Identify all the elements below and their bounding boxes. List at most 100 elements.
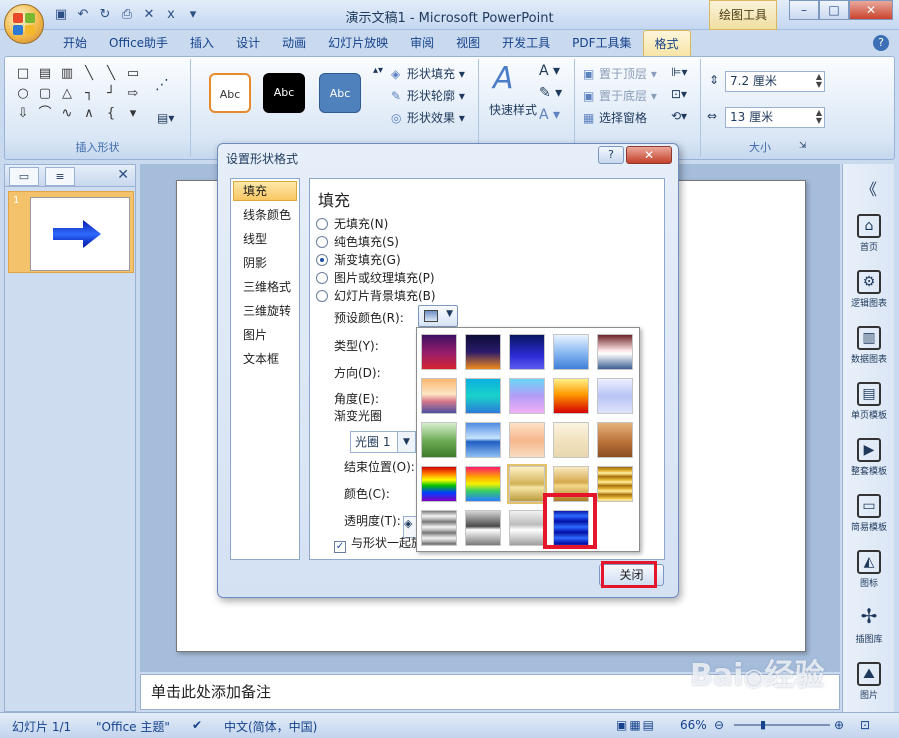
gradient-preset-21[interactable] bbox=[421, 510, 457, 546]
office-button[interactable] bbox=[4, 4, 44, 44]
radio-dot[interactable] bbox=[316, 272, 328, 284]
shape-textbox-v-icon[interactable]: ▥ bbox=[57, 65, 77, 83]
radio-picture-fill[interactable]: 图片或纹理填充(P) bbox=[316, 269, 435, 286]
tab-8[interactable]: 开发工具 bbox=[491, 30, 561, 56]
zoom-slider-thumb[interactable]: ▮ bbox=[760, 718, 766, 731]
shape-wave-icon[interactable]: ∧ bbox=[79, 105, 99, 123]
shape-arrow-right-icon[interactable]: ⇨ bbox=[123, 85, 143, 103]
shape-arrow-down-icon[interactable]: ⇩ bbox=[13, 105, 33, 123]
radio-background-fill[interactable]: 幻灯片背景填充(B) bbox=[316, 287, 436, 304]
nav-3d-format[interactable]: 三维格式 bbox=[231, 275, 299, 299]
shape-elbow-icon[interactable]: ┐ bbox=[79, 85, 99, 103]
shape-style-3[interactable]: Abc bbox=[319, 73, 361, 113]
tab-6[interactable]: 审阅 bbox=[399, 30, 445, 56]
tab-2[interactable]: 插入 bbox=[179, 30, 225, 56]
spin-arrows-icon[interactable]: ▲ ▼ bbox=[816, 109, 822, 125]
language[interactable]: 中文(简体，中国) bbox=[224, 718, 317, 735]
collapse-panel-icon[interactable]: 《 bbox=[843, 176, 895, 200]
gradient-preset-15[interactable] bbox=[597, 422, 633, 458]
zoom-out-icon[interactable]: ⊖ bbox=[714, 718, 724, 732]
nav-textbox[interactable]: 文本框 bbox=[231, 347, 299, 371]
side-illustrations[interactable]: ✢ 插图库 bbox=[843, 606, 895, 645]
radio-no-fill[interactable]: 无填充(N) bbox=[316, 215, 388, 232]
close-window-button[interactable]: ✕ bbox=[849, 0, 893, 20]
maximize-button[interactable]: □ bbox=[819, 0, 849, 20]
dialog-launcher-icon[interactable]: ⇲ bbox=[799, 141, 807, 151]
gradient-preset-24[interactable] bbox=[553, 510, 589, 546]
quick-styles-button[interactable]: 快速样式 bbox=[489, 101, 537, 118]
view-buttons[interactable]: ▣▦▤ bbox=[616, 718, 656, 732]
gradient-preset-14[interactable] bbox=[553, 422, 589, 458]
text-effects-icon[interactable]: A ▾ bbox=[539, 107, 560, 123]
spin-arrows-icon[interactable]: ▲ ▼ bbox=[816, 73, 822, 89]
radio-dot[interactable] bbox=[316, 236, 328, 248]
help-icon[interactable]: ? bbox=[873, 35, 889, 51]
nav-picture[interactable]: 图片 bbox=[231, 323, 299, 347]
shape-line-icon[interactable]: ╲ bbox=[79, 65, 99, 83]
tab-3[interactable]: 设计 bbox=[225, 30, 271, 56]
shape-brace-icon[interactable]: { bbox=[101, 105, 121, 123]
align-icon[interactable]: ⊫▾ bbox=[671, 65, 687, 79]
dialog-help-button[interactable]: ? bbox=[598, 146, 624, 164]
rotate-icon[interactable]: ⟲▾ bbox=[671, 109, 687, 123]
rotate-with-shape-checkbox[interactable]: ✓ 与形状一起旋 bbox=[334, 534, 423, 553]
gradient-stop-select[interactable]: 光圈 1 ▼ bbox=[350, 431, 416, 453]
style-gallery-scroll-icon[interactable]: ▴▾ bbox=[373, 65, 383, 76]
bring-to-front-button[interactable]: ▣ 置于顶层 ▾ bbox=[583, 65, 657, 82]
side-full-template[interactable]: ▶ 整套模板 bbox=[843, 438, 895, 477]
gradient-preset-3[interactable] bbox=[509, 334, 545, 370]
text-fill-icon[interactable]: A ▾ bbox=[539, 63, 560, 79]
fit-window-icon[interactable]: ⊡ bbox=[860, 718, 870, 732]
edit-shape-icon[interactable]: ⋰ bbox=[155, 77, 169, 93]
gradient-preset-16[interactable] bbox=[421, 466, 457, 502]
gradient-preset-5[interactable] bbox=[597, 334, 633, 370]
radio-dot[interactable] bbox=[316, 218, 328, 230]
shape-more-icon[interactable]: ▾ bbox=[123, 105, 143, 123]
notes-pane[interactable]: 单击此处添加备注 bbox=[140, 674, 840, 710]
shape-rect-icon[interactable]: □ bbox=[13, 65, 33, 83]
tab-0[interactable]: 开始 bbox=[52, 30, 98, 56]
gradient-preset-17[interactable] bbox=[465, 466, 501, 502]
gradient-preset-1[interactable] bbox=[421, 334, 457, 370]
gradient-preset-8[interactable] bbox=[509, 378, 545, 414]
gradient-preset-13[interactable] bbox=[509, 422, 545, 458]
shape-fill-button[interactable]: ◈ 形状填充 ▾ bbox=[391, 65, 465, 82]
gradient-preset-22[interactable] bbox=[465, 510, 501, 546]
radio-dot-selected[interactable] bbox=[316, 254, 328, 266]
shape-elbow2-icon[interactable]: ┘ bbox=[101, 85, 121, 103]
nav-line-style[interactable]: 线型 bbox=[231, 227, 299, 251]
spellcheck-icon[interactable]: ✔ bbox=[192, 718, 202, 732]
shape-outline-button[interactable]: ✎ 形状轮廓 ▾ bbox=[391, 87, 465, 104]
minimize-button[interactable]: – bbox=[789, 0, 819, 20]
shape-curve-icon[interactable]: ∿ bbox=[57, 105, 77, 123]
radio-solid-fill[interactable]: 纯色填充(S) bbox=[316, 233, 399, 250]
gradient-preset-4[interactable] bbox=[553, 334, 589, 370]
slides-tab[interactable]: ▭ bbox=[9, 167, 39, 186]
gradient-preset-6[interactable] bbox=[421, 378, 457, 414]
tab-4[interactable]: 动画 bbox=[271, 30, 317, 56]
shape-freeform-icon[interactable]: ⌒ bbox=[35, 105, 55, 123]
side-icons[interactable]: ◭ 图标 bbox=[843, 550, 895, 589]
zoom-level[interactable]: 66% bbox=[680, 718, 707, 732]
side-home[interactable]: ⌂ 首页 bbox=[843, 214, 895, 253]
send-to-back-button[interactable]: ▣ 置于底层 ▾ bbox=[583, 87, 657, 104]
height-input[interactable]: 7.2 厘米 ▲ ▼ bbox=[725, 71, 825, 92]
shape-oval-icon[interactable]: ○ bbox=[13, 85, 33, 103]
theme-name[interactable]: "Office 主题" bbox=[96, 718, 170, 735]
zoom-in-icon[interactable]: ⊕ bbox=[834, 718, 844, 732]
tab-5[interactable]: 幻灯片放映 bbox=[317, 30, 399, 56]
gradient-preset-7[interactable] bbox=[465, 378, 501, 414]
shape-effects-button[interactable]: ◎ 形状效果 ▾ bbox=[391, 109, 465, 126]
radio-gradient-fill[interactable]: 渐变填充(G) bbox=[316, 251, 401, 268]
nav-line-color[interactable]: 线条颜色 bbox=[231, 203, 299, 227]
shape-style-1[interactable]: Abc bbox=[209, 73, 251, 113]
dialog-close-x-button[interactable]: ✕ bbox=[626, 146, 672, 164]
side-logic-chart[interactable]: ⚙ 逻辑图表 bbox=[843, 270, 895, 309]
preset-colors-dropdown[interactable]: ▼ bbox=[418, 305, 458, 327]
zoom-slider-track[interactable] bbox=[734, 724, 830, 726]
shape-rectangle-icon[interactable]: ▭ bbox=[123, 65, 143, 83]
gradient-preset-11[interactable] bbox=[421, 422, 457, 458]
gradient-preset-12[interactable] bbox=[465, 422, 501, 458]
gradient-preset-18[interactable] bbox=[507, 464, 547, 504]
quick-styles-icon[interactable]: A bbox=[493, 61, 514, 96]
